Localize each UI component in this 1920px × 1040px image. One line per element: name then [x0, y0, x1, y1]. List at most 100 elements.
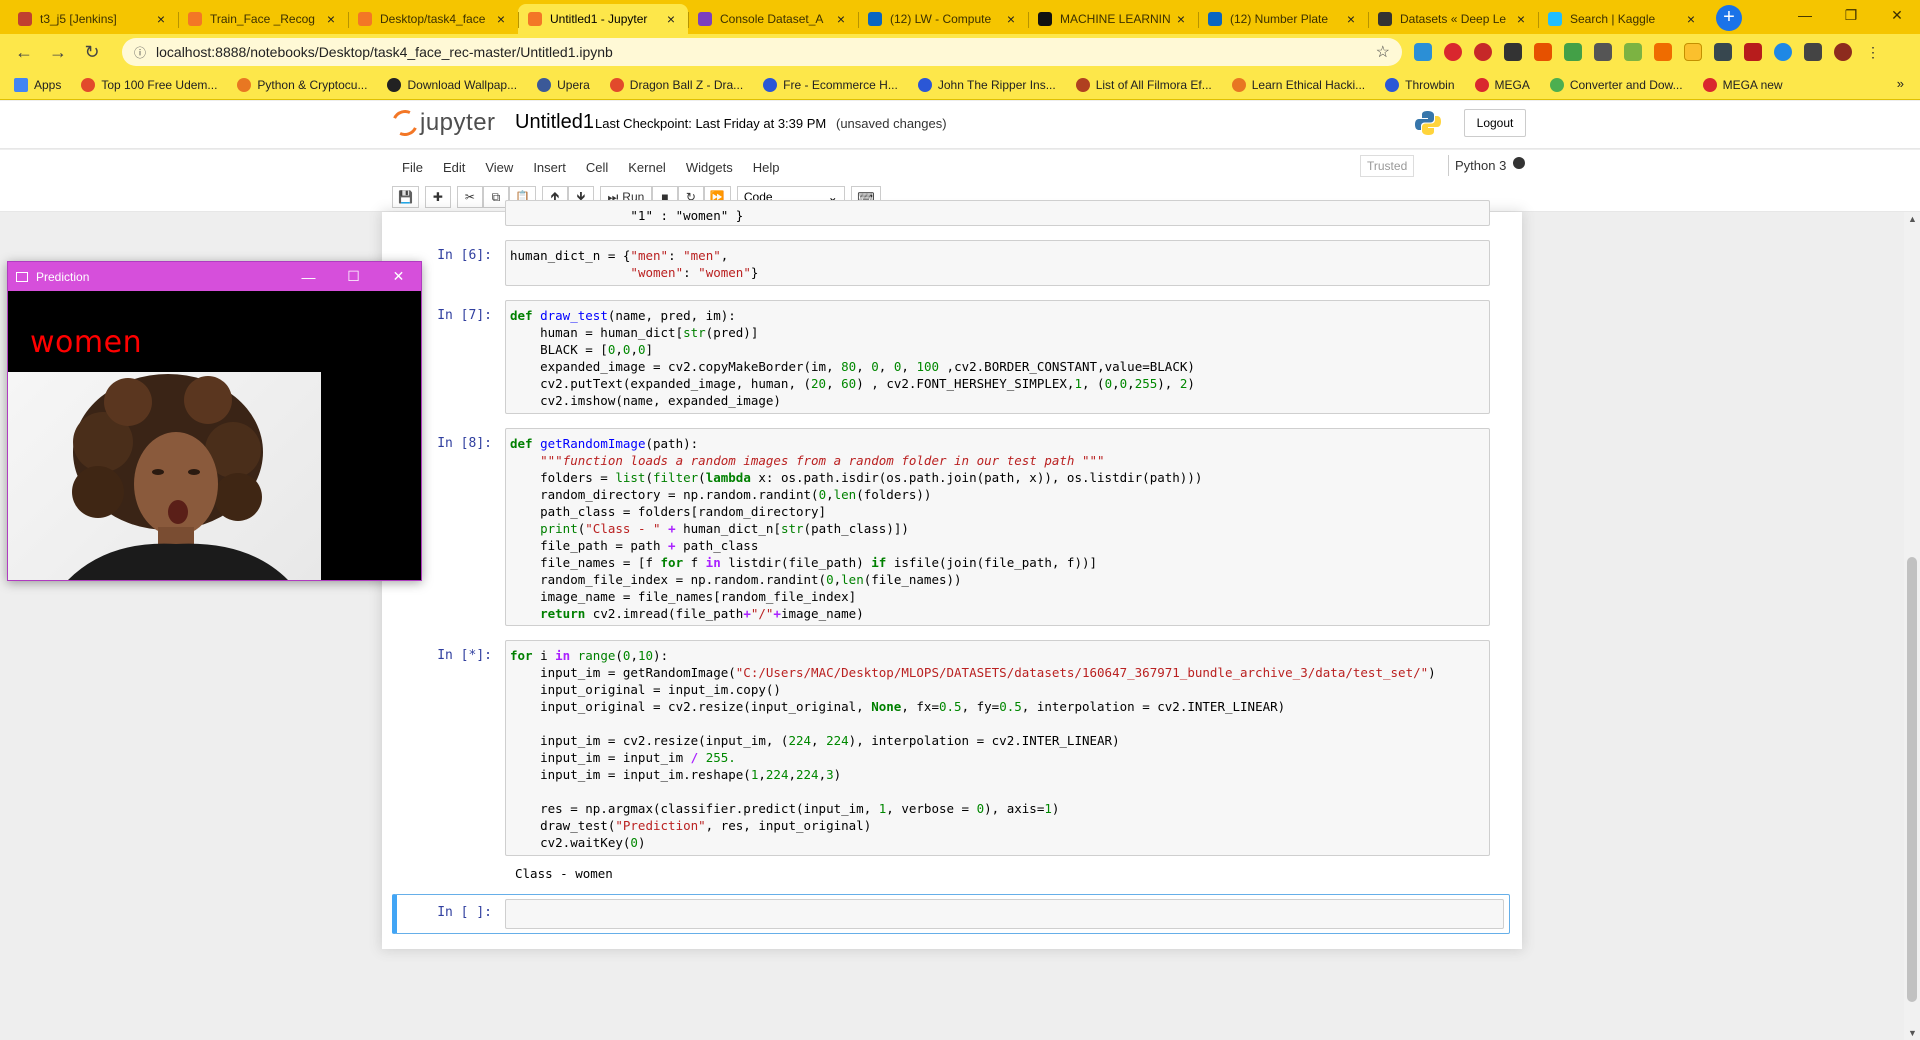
extension-icon[interactable]	[1744, 43, 1762, 61]
menu-view[interactable]: View	[475, 160, 523, 175]
menu-edit[interactable]: Edit	[433, 160, 475, 175]
restore-icon[interactable]: ❐	[1828, 0, 1874, 30]
back-icon[interactable]: ←	[10, 42, 38, 63]
browser-tab[interactable]: t3_j5 [Jenkins] ×	[8, 4, 178, 34]
extension-icon[interactable]	[1444, 43, 1462, 61]
tab-label: Desktop/task4_face	[380, 12, 486, 26]
tab-close-icon[interactable]: ×	[1344, 11, 1358, 27]
selected-code-cell[interactable]: In [ ]:	[392, 894, 1510, 934]
kernel-busy-indicator	[1513, 157, 1525, 169]
logout-button[interactable]: Logout	[1464, 109, 1526, 137]
info-icon[interactable]: ⓘ	[134, 44, 146, 61]
tab-close-icon[interactable]: ×	[664, 11, 678, 27]
bookmark-item[interactable]: Fre - Ecommerce H...	[763, 77, 898, 92]
bookmark-item[interactable]: Top 100 Free Udem...	[81, 77, 217, 92]
code-cell[interactable]: In [8]: def getRandomImage(path): """fun…	[392, 428, 1510, 628]
extension-icon[interactable]	[1594, 43, 1612, 61]
page-scrollbar[interactable]: ▲ ▼	[1904, 212, 1920, 1040]
minimize-icon[interactable]: —	[1782, 0, 1828, 30]
browser-tab[interactable]: Desktop/task4_face ×	[348, 4, 518, 34]
profile-avatar[interactable]	[1834, 43, 1852, 61]
unsaved-status: (unsaved changes)	[836, 116, 947, 131]
cell-input[interactable]: def draw_test(name, pred, im): human = h…	[505, 300, 1490, 414]
puzzle-icon[interactable]	[1804, 43, 1822, 61]
bookmark-item[interactable]: Download Wallpap...	[387, 77, 517, 92]
code-cell[interactable]: In [7]: def draw_test(name, pred, im): h…	[392, 300, 1510, 416]
close-icon[interactable]: ✕	[1874, 0, 1920, 30]
tab-close-icon[interactable]: ×	[324, 11, 338, 27]
extension-icon[interactable]	[1474, 43, 1492, 61]
code-cell[interactable]: "1" : "women" }	[392, 200, 1510, 228]
browser-tab[interactable]: Datasets « Deep Le ×	[1368, 4, 1538, 34]
trusted-indicator[interactable]: Trusted	[1360, 155, 1415, 177]
new-tab-button[interactable]: +	[1716, 5, 1742, 31]
minimize-icon[interactable]: —	[286, 269, 331, 285]
cell-input[interactable]	[505, 899, 1504, 929]
scroll-down-icon[interactable]: ▼	[1908, 1028, 1917, 1038]
browser-tab[interactable]: MACHINE LEARNIN ×	[1028, 4, 1198, 34]
cell-input[interactable]: "1" : "women" }	[505, 200, 1490, 226]
code-cell[interactable]: In [*]: for i in range(0,10): input_im =…	[392, 640, 1510, 888]
extension-icon[interactable]	[1624, 43, 1642, 61]
bookmark-item[interactable]: Apps	[14, 77, 61, 92]
extension-icon[interactable]	[1774, 43, 1792, 61]
address-bar[interactable]: ⓘ localhost:8888/notebooks/Desktop/task4…	[122, 38, 1402, 66]
browser-tab[interactable]: Untitled1 - Jupyter ×	[518, 4, 688, 34]
menu-file[interactable]: File	[392, 160, 433, 175]
tab-close-icon[interactable]: ×	[1514, 11, 1528, 27]
bookmark-item[interactable]: Throwbin	[1385, 77, 1455, 92]
menu-cell[interactable]: Cell	[576, 160, 618, 175]
browser-tab[interactable]: (12) LW - Compute ×	[858, 4, 1028, 34]
cell-input[interactable]: human_dict_n = {"men": "men", "women": "…	[505, 240, 1490, 286]
extension-icon[interactable]	[1504, 43, 1522, 61]
cell-input[interactable]: def getRandomImage(path): """function lo…	[505, 428, 1490, 626]
tab-close-icon[interactable]: ×	[1004, 11, 1018, 27]
extension-icon[interactable]	[1684, 43, 1702, 61]
forward-icon[interactable]: →	[44, 42, 72, 63]
reload-icon[interactable]: ↻	[78, 42, 106, 63]
extension-icon[interactable]	[1714, 43, 1732, 61]
jupyter-logo[interactable]: jupyter	[388, 106, 496, 140]
cell-input[interactable]: for i in range(0,10): input_im = getRand…	[505, 640, 1490, 856]
bookmark-item[interactable]: List of All Filmora Ef...	[1075, 77, 1212, 92]
bookmark-item[interactable]: Dragon Ball Z - Dra...	[609, 77, 743, 92]
tab-close-icon[interactable]: ×	[834, 11, 848, 27]
bookmark-star-icon[interactable]: ☆	[1376, 42, 1390, 62]
browser-tab[interactable]: (12) Number Plate ×	[1198, 4, 1368, 34]
extension-icon[interactable]	[1534, 43, 1552, 61]
bookmark-item[interactable]: Converter and Dow...	[1549, 77, 1683, 92]
scrollbar-thumb[interactable]	[1907, 557, 1917, 1002]
bookmark-item[interactable]: Upera	[537, 77, 590, 92]
extension-icon[interactable]	[1564, 43, 1582, 61]
prediction-window-titlebar[interactable]: Prediction — ☐ ✕	[8, 262, 421, 291]
kernel-name[interactable]: Python 3	[1448, 155, 1512, 176]
menu-widgets[interactable]: Widgets	[676, 160, 743, 175]
close-icon[interactable]: ✕	[376, 268, 421, 285]
menu-insert[interactable]: Insert	[523, 160, 576, 175]
code-cell[interactable]: In [6]: human_dict_n = {"men": "men", "w…	[392, 240, 1510, 288]
bookmark-item[interactable]: MEGA new	[1702, 77, 1783, 92]
browser-tab[interactable]: Search | Kaggle ×	[1538, 4, 1708, 34]
bookmark-item[interactable]: John The Ripper Ins...	[917, 77, 1056, 92]
menu-help[interactable]: Help	[743, 160, 790, 175]
bookmark-item[interactable]: MEGA	[1474, 77, 1530, 92]
menu-kernel[interactable]: Kernel	[618, 160, 676, 175]
bookmark-favicon-icon	[1075, 77, 1090, 92]
more-bookmarks-icon[interactable]: »	[1897, 76, 1904, 91]
bookmark-item[interactable]: Learn Ethical Hacki...	[1231, 77, 1365, 92]
prediction-window[interactable]: Prediction — ☐ ✕ women	[7, 261, 422, 581]
scroll-up-icon[interactable]: ▲	[1908, 214, 1917, 224]
notebook-container[interactable]: "1" : "women" } In [6]: human_dict_n = {…	[382, 200, 1522, 949]
browser-tab[interactable]: Console Dataset_A ×	[688, 4, 858, 34]
maximize-icon[interactable]: ☐	[331, 268, 376, 285]
bookmark-item[interactable]: Python & Cryptocu...	[237, 77, 367, 92]
extension-icon[interactable]	[1414, 43, 1432, 61]
notebook-name[interactable]: Untitled1	[515, 111, 594, 134]
browser-tab[interactable]: Train_Face _Recog ×	[178, 4, 348, 34]
tab-close-icon[interactable]: ×	[1174, 11, 1188, 27]
kebab-menu-icon[interactable]: ⋮	[1864, 43, 1882, 61]
tab-close-icon[interactable]: ×	[1684, 11, 1698, 27]
tab-close-icon[interactable]: ×	[154, 11, 168, 27]
extension-icon[interactable]	[1654, 43, 1672, 61]
tab-close-icon[interactable]: ×	[494, 11, 508, 27]
